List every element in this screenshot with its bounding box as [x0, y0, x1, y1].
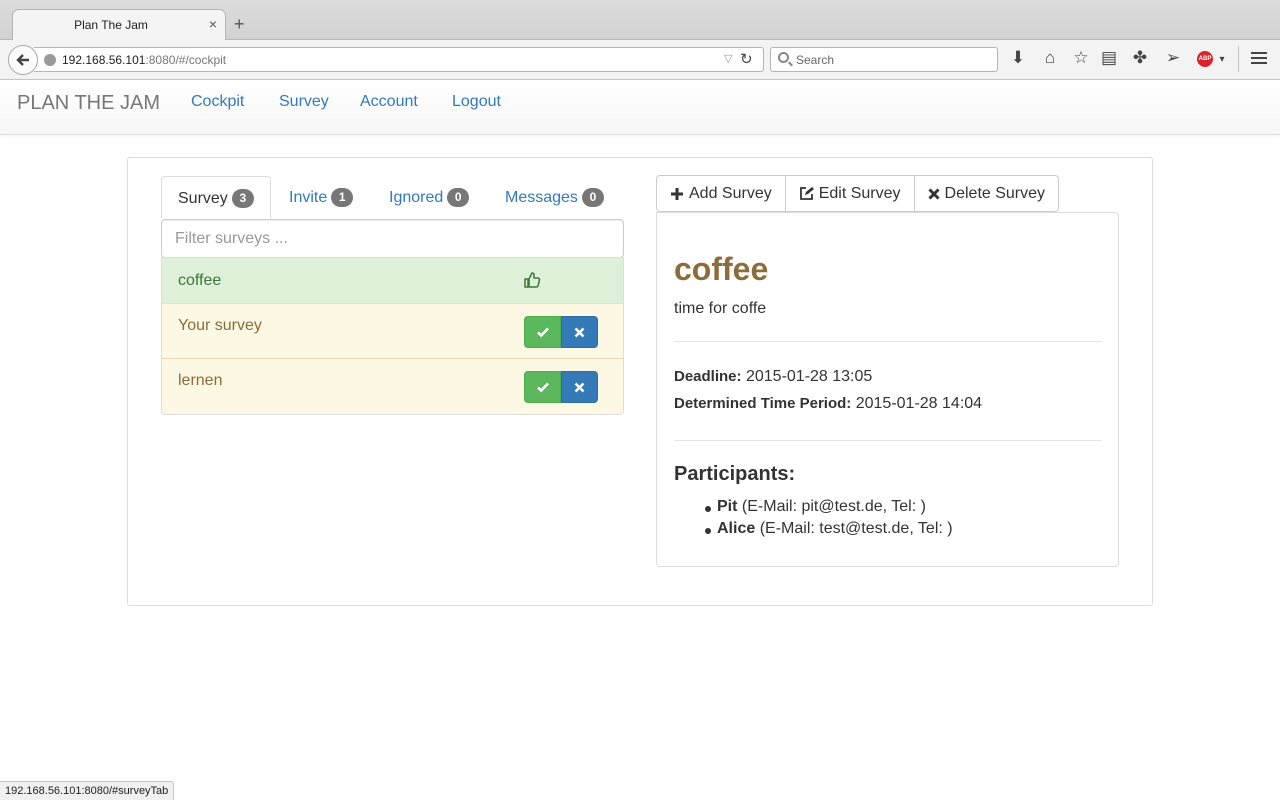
edit-survey-label: Edit Survey	[818, 184, 901, 202]
nav-link-cockpit[interactable]: Cockpit	[191, 93, 244, 111]
check-icon	[536, 327, 549, 338]
participant-info: (E-Mail: test@test.de, Tel: )	[759, 520, 953, 537]
decline-survey-button[interactable]	[561, 371, 598, 403]
delete-icon	[927, 187, 940, 200]
url-text: 192.168.56.101:8080/#/cockpit	[62, 53, 226, 67]
nav-link-account[interactable]: Account	[360, 93, 418, 111]
tab-survey[interactable]: Survey 3	[161, 176, 271, 219]
new-tab-icon[interactable]: +	[234, 14, 245, 35]
reload-icon[interactable]: ↻	[740, 50, 753, 68]
delete-survey-label: Delete Survey	[944, 184, 1046, 202]
app-navbar: PLAN THE JAM Cockpit Survey Account Logo…	[0, 80, 1280, 135]
globe-icon	[44, 54, 56, 66]
participant-item: Alice (E-Mail: test@test.de, Tel: )	[705, 520, 953, 542]
close-icon	[574, 382, 585, 392]
toolbar-divider	[1238, 46, 1239, 72]
download-icon[interactable]: ⬇	[1008, 48, 1028, 68]
thumbs-up-icon	[524, 272, 541, 288]
send-icon[interactable]: ➢	[1163, 48, 1183, 68]
back-button[interactable]	[8, 45, 38, 75]
tab-survey-label: Survey	[178, 190, 228, 207]
tab-ignored[interactable]: Ignored 0	[389, 176, 470, 219]
bookmark-star-icon[interactable]: ☆	[1071, 48, 1091, 68]
deadline-label: Deadline:	[674, 368, 742, 385]
browser-chrome: Plan The Jam × + 192.168.56.101:8080/#/c…	[0, 0, 1280, 80]
filter-surveys-input[interactable]	[161, 219, 624, 258]
survey-name: coffee	[178, 272, 222, 289]
close-tab-icon[interactable]: ×	[209, 16, 217, 32]
survey-description: time for coffe	[674, 300, 767, 317]
time-period-label: Determined Time Period:	[674, 395, 852, 412]
home-icon[interactable]: ⌂	[1040, 48, 1060, 68]
participant-name: Alice	[717, 520, 756, 537]
participants-list: Pit (E-Mail: pit@test.de, Tel: ) Alice (…	[705, 498, 953, 542]
brand-logo[interactable]: PLAN THE JAM	[17, 92, 160, 115]
survey-list-item-coffee[interactable]: coffee	[162, 258, 623, 304]
participant-name: Pit	[717, 498, 738, 515]
participant-info: (E-Mail: pit@test.de, Tel: )	[741, 498, 926, 515]
search-icon	[778, 52, 789, 63]
nav-link-logout[interactable]: Logout	[452, 93, 501, 111]
divider	[674, 341, 1102, 342]
time-period-row: Determined Time Period: 2015-01-28 14:04	[674, 395, 982, 413]
back-arrow-icon	[16, 54, 29, 66]
time-period-value: 2015-01-28 14:04	[855, 395, 983, 412]
accept-survey-button[interactable]	[524, 371, 561, 403]
url-host: 192.168.56.101	[62, 53, 146, 67]
browser-tab-title: Plan The Jam	[74, 18, 148, 32]
tab-messages-count-badge: 0	[581, 188, 604, 207]
survey-response-buttons	[524, 371, 598, 403]
decline-survey-button[interactable]	[561, 316, 598, 348]
plus-icon	[671, 187, 683, 200]
adblock-icon[interactable]: ABP	[1197, 51, 1213, 67]
tab-invite-count-badge: 1	[331, 188, 354, 207]
survey-tabs: Survey 3 Invite 1 Ignored 0 Messages 0	[161, 176, 624, 219]
tab-invite-label: Invite	[289, 189, 328, 206]
deadline-value: 2015-01-28 13:05	[745, 368, 873, 385]
url-history-dropdown-icon[interactable]: ▽	[724, 52, 732, 65]
reading-list-icon[interactable]: ▤	[1099, 48, 1119, 68]
edit-icon	[799, 187, 814, 200]
nav-link-survey[interactable]: Survey	[279, 93, 329, 111]
tab-ignored-count-badge: 0	[447, 188, 470, 207]
tab-invite[interactable]: Invite 1	[289, 176, 354, 219]
add-survey-label: Add Survey	[689, 184, 772, 202]
survey-title: coffee	[674, 251, 769, 287]
edit-survey-button[interactable]: Edit Survey	[784, 175, 915, 212]
hamburger-menu-icon[interactable]	[1251, 52, 1267, 64]
search-placeholder: Search	[796, 53, 835, 67]
tab-strip: Plan The Jam × +	[0, 0, 1280, 41]
survey-list: coffee Your survey lernen	[161, 257, 624, 415]
tab-messages-label: Messages	[505, 189, 578, 206]
deadline-row: Deadline: 2015-01-28 13:05	[674, 368, 872, 386]
close-icon	[574, 327, 585, 337]
survey-name: lernen	[178, 372, 223, 389]
survey-detail: coffee time for coffe Deadline: 2015-01-…	[656, 212, 1119, 567]
status-bar-link-preview: 192.168.56.101:8080/#surveyTab	[0, 781, 175, 800]
adblock-dropdown-icon[interactable]: ▾	[1212, 54, 1232, 65]
browser-tab[interactable]: Plan The Jam ×	[12, 9, 226, 41]
survey-name: Your survey	[178, 317, 262, 334]
add-survey-button[interactable]: Add Survey	[656, 175, 786, 212]
divider	[674, 440, 1102, 441]
survey-list-item-lernen[interactable]: lernen	[162, 359, 623, 414]
participant-item: Pit (E-Mail: pit@test.de, Tel: )	[705, 498, 953, 520]
tab-ignored-label: Ignored	[389, 189, 444, 206]
url-path: :8080/#/cockpit	[145, 53, 227, 67]
extension-icon[interactable]: ✤	[1130, 48, 1150, 68]
participants-heading: Participants:	[674, 463, 796, 485]
survey-actions: Add Survey Edit Survey Delete Survey	[656, 175, 1060, 212]
survey-response-buttons	[524, 316, 598, 348]
delete-survey-button[interactable]: Delete Survey	[913, 175, 1060, 212]
tab-messages[interactable]: Messages 0	[505, 176, 604, 219]
address-bar[interactable]: 192.168.56.101:8080/#/cockpit ▽ ↻	[34, 47, 764, 72]
accept-survey-button[interactable]	[524, 316, 561, 348]
tab-survey-count-badge: 3	[231, 189, 254, 208]
survey-list-item-your-survey[interactable]: Your survey	[162, 304, 623, 359]
search-box[interactable]: Search	[770, 47, 998, 72]
check-icon	[536, 382, 549, 393]
